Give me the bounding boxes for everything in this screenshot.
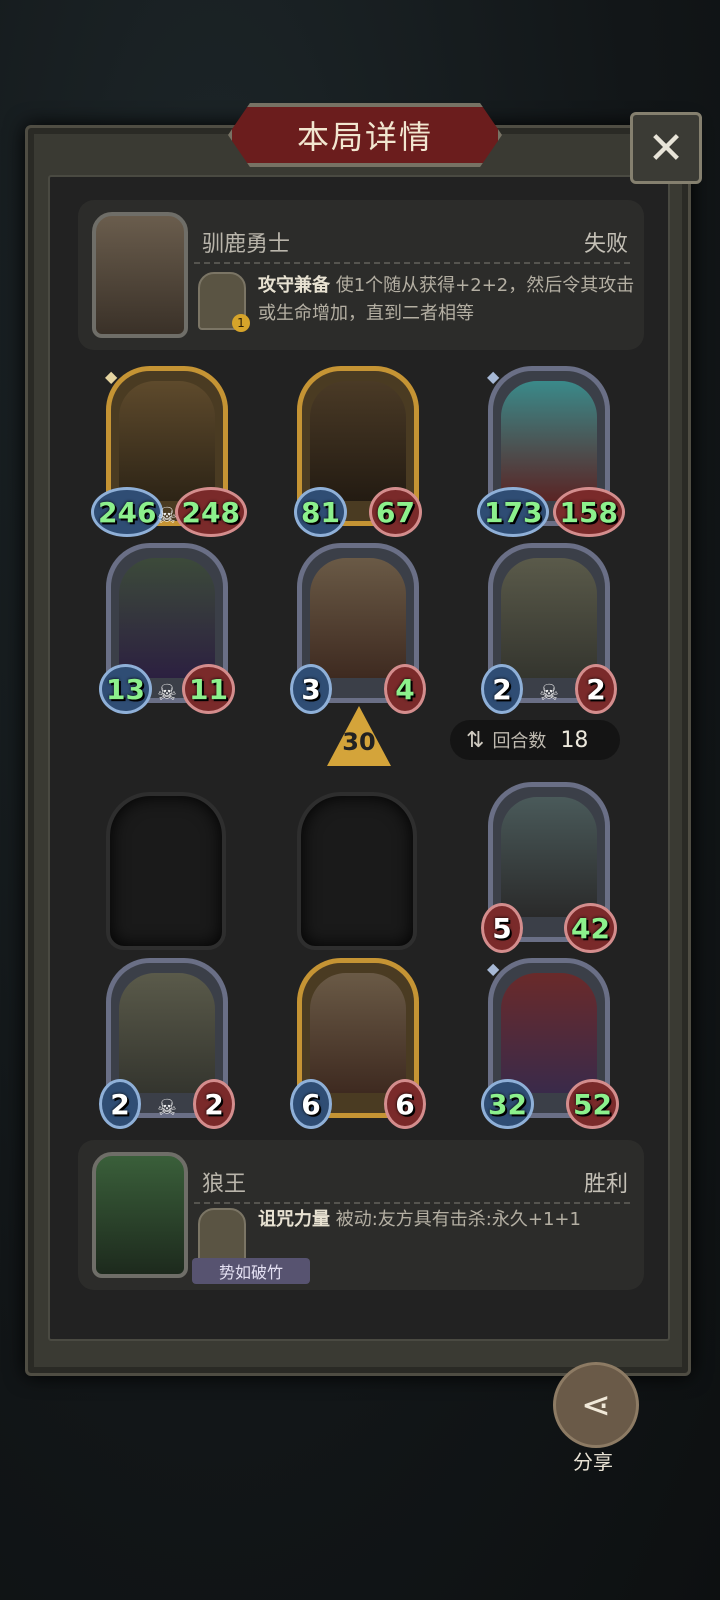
attack-stat: 246 [91,487,164,537]
skull-icon: ☠ [157,1096,177,1121]
airship-art [310,558,406,678]
player-result: 胜利 [583,1172,628,1197]
skull-icon: ☠ [157,504,177,529]
player-skill-desc: 被动:友方具有击杀:永久+1+1 [335,1209,581,1230]
attack-stat: 13 [99,664,152,714]
treant-art [119,381,215,501]
opponent-card-1[interactable]: ◆ 246 ☠ 248 [91,366,247,537]
player-badge: 势如破竹 [192,1258,310,1284]
player-info: 狼王 胜利 诅咒力量 被动:友方具有击杀:永久+1+1 势如破竹 [78,1140,644,1290]
opponent-card-6[interactable]: 2 ☠ 2 [481,543,617,714]
gem-icon: ◆ [487,367,500,386]
opponent-result: 失败 [583,232,628,257]
opponent-card-5[interactable]: 3 4 [290,543,426,714]
gem-icon: ◆ [105,367,118,386]
opponent-skill-name: 攻守兼备 [258,275,330,296]
opponent-card-3[interactable]: ◆ 173 158 [477,366,625,537]
clown-art [501,973,597,1093]
ghost-art [501,381,597,501]
attack-stat: 2 [481,664,523,714]
player-skill: 诅咒力量 被动:友方具有击杀:永久+1+1 [258,1206,638,1234]
close-icon: ✕ [647,122,685,174]
opponent-card-4[interactable]: 13 ☠ 11 [99,543,235,714]
divider [194,262,630,264]
title-banner: 本局详情 [228,103,502,167]
health-stat: 2 [193,1079,235,1129]
attack-stat: 32 [481,1079,534,1129]
player-card-1[interactable]: 5 42 [481,782,617,953]
elf-art [119,558,215,678]
empty-slot [106,792,226,950]
round-value: 18 [560,727,589,753]
tree-monster-art [310,381,406,501]
share-button[interactable]: ⋖ [553,1362,639,1448]
skull-icon: ☠ [539,681,559,706]
gem-icon: ◆ [487,959,500,978]
coin-icon: 1 [232,314,250,332]
attack-stat: 173 [477,487,550,537]
opponent-card-2[interactable]: 81 67 [294,366,422,537]
attack-stat: 5 [481,903,523,953]
health-stat: 2 [575,664,617,714]
health-stat: 11 [182,664,235,714]
empty-slot [297,792,417,950]
health-stat: 52 [566,1079,619,1129]
opponent-skill: 攻守兼备 使1个随从获得+2+2，然后令其攻击或生命增加，直到二者相等 [258,272,638,328]
attack-stat: 2 [99,1079,141,1129]
damage-value: 30 [342,728,376,756]
skeleton-art [501,797,597,917]
player-portrait[interactable] [92,1152,188,1278]
opponent-name: 驯鹿勇士 [202,232,291,257]
player-card-4[interactable]: ◆ 32 52 [481,958,619,1129]
share-label: 分享 [573,1450,613,1474]
divider [194,1202,630,1204]
opponent-portrait[interactable] [92,212,188,338]
health-stat: 6 [384,1079,426,1129]
swap-arrows-icon: ⇅ [466,727,485,753]
panel-title: 本局详情 [296,118,433,156]
round-label: 回合数 [492,731,547,752]
share-icon: ⋖ [580,1384,612,1426]
skull-icon: ☠ [157,681,177,706]
health-stat: 67 [369,487,422,537]
attack-stat: 6 [290,1079,332,1129]
player-skill-name: 诅咒力量 [258,1209,330,1230]
opponent-skill-icon[interactable]: 1 [198,272,250,332]
bell-robot-art [501,558,597,678]
player-card-3[interactable]: 6 6 [290,958,426,1129]
opponent-info: 驯鹿勇士 失败 1 攻守兼备 使1个随从获得+2+2，然后令其攻击或生命增加，直… [78,200,644,350]
attack-stat: 81 [294,487,347,537]
attack-stat: 3 [290,664,332,714]
player-card-2[interactable]: 2 ☠ 2 [99,958,235,1129]
airship-art [310,973,406,1093]
health-stat: 158 [552,487,625,537]
round-counter: ⇅ 回合数 18 [450,720,620,760]
health-stat: 248 [174,487,247,537]
health-stat: 42 [564,903,617,953]
health-stat: 4 [384,664,426,714]
close-button[interactable]: ✕ [630,112,702,184]
player-name: 狼王 [202,1172,247,1197]
bell-robot-art [119,973,215,1093]
